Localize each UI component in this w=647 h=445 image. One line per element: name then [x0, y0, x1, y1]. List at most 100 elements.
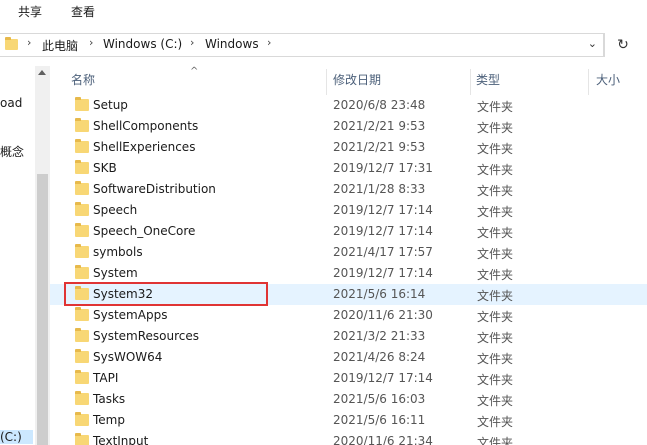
file-date: 2019/12/7 17:14	[333, 203, 433, 217]
table-row[interactable]: Tasks 2021/5/6 16:03 文件夹	[50, 389, 647, 410]
nav-item-concept[interactable]: 概念	[0, 143, 24, 160]
file-type: 文件夹	[477, 394, 514, 408]
file-type: 文件夹	[477, 331, 514, 345]
chevron-down-icon[interactable]: ⌄	[588, 37, 597, 50]
file-date: 2021/1/28 8:33	[333, 182, 426, 196]
file-type: 文件夹	[477, 205, 514, 219]
file-date: 2019/12/7 17:14	[333, 266, 433, 280]
file-type: 文件夹	[477, 163, 514, 177]
breadcrumb-windows[interactable]: Windows	[205, 37, 259, 51]
scrollbar-thumb[interactable]	[37, 174, 48, 445]
file-date: 2019/12/7 17:31	[333, 161, 433, 175]
file-name: SystemApps	[93, 308, 168, 322]
file-date: 2021/5/6 16:11	[333, 413, 426, 427]
chevron-right-icon[interactable]: ›	[27, 36, 31, 49]
chevron-right-icon[interactable]: ›	[190, 36, 194, 49]
table-row[interactable]: Temp 2021/5/6 16:11 文件夹	[50, 410, 647, 431]
ribbon-tab-view[interactable]: 查看	[71, 3, 95, 20]
file-type: 文件夹	[477, 121, 514, 135]
file-type: 文件夹	[477, 100, 514, 114]
file-name: SystemResources	[93, 329, 200, 343]
file-name: System32	[93, 287, 154, 301]
table-row[interactable]: SystemResources 2021/3/2 21:33 文件夹	[50, 326, 647, 347]
table-row[interactable]: TextInput 2020/11/6 21:34 文件夹	[50, 431, 647, 445]
ribbon-tab-share[interactable]: 共享	[18, 3, 42, 20]
file-type: 文件夹	[477, 373, 514, 387]
table-row[interactable]: System32 2021/5/6 16:14 文件夹	[50, 284, 647, 305]
table-row[interactable]: Setup 2020/6/8 23:48 文件夹	[50, 95, 647, 116]
breadcrumb-drive[interactable]: Windows (C:)	[103, 37, 182, 51]
chevron-right-icon[interactable]: ›	[89, 36, 93, 49]
nav-item-download[interactable]: oad	[0, 96, 22, 110]
table-row[interactable]: SysWOW64 2021/4/26 8:24 文件夹	[50, 347, 647, 368]
folder-icon	[75, 139, 89, 153]
table-row[interactable]: Speech_OneCore 2019/12/7 17:14 文件夹	[50, 221, 647, 242]
table-row[interactable]: symbols 2021/4/17 17:57 文件夹	[50, 242, 647, 263]
file-date: 2021/2/21 9:53	[333, 119, 426, 133]
file-name: Tasks	[93, 392, 126, 406]
folder-icon	[75, 181, 89, 195]
column-divider[interactable]	[588, 69, 589, 95]
file-date: 2021/2/21 9:53	[333, 140, 426, 154]
file-type: 文件夹	[477, 415, 514, 429]
column-header-name[interactable]: 名称	[71, 71, 95, 88]
file-date: 2021/5/6 16:14	[333, 287, 426, 301]
folder-icon	[75, 349, 89, 363]
address-row: › 此电脑 › Windows (C:) › Windows › ⌄	[0, 24, 647, 66]
file-name: symbols	[93, 245, 143, 259]
file-type: 文件夹	[477, 142, 514, 156]
table-row[interactable]: ShellExperiences 2021/2/21 9:53 文件夹	[50, 137, 647, 158]
refresh-icon[interactable]: ↻	[611, 33, 635, 57]
address-bar[interactable]: › 此电脑 › Windows (C:) › Windows › ⌄	[0, 33, 604, 57]
table-row[interactable]: SystemApps 2020/11/6 21:30 文件夹	[50, 305, 647, 326]
file-name: TextInput	[93, 434, 149, 445]
nav-scrollbar[interactable]	[35, 66, 50, 445]
file-name: SKB	[93, 161, 117, 175]
file-type: 文件夹	[477, 289, 514, 303]
table-row[interactable]: SoftwareDistribution 2021/1/28 8:33 文件夹	[50, 179, 647, 200]
file-type: 文件夹	[477, 184, 514, 198]
table-row[interactable]: SKB 2019/12/7 17:31 文件夹	[50, 158, 647, 179]
file-type: 文件夹	[477, 247, 514, 261]
folder-icon	[75, 433, 89, 445]
navigation-pane: oad 概念 (C:)	[0, 66, 35, 445]
folder-icon	[75, 307, 89, 321]
file-name: System	[93, 266, 138, 280]
file-date: 2019/12/7 17:14	[333, 224, 433, 238]
table-row[interactable]: TAPI 2019/12/7 17:14 文件夹	[50, 368, 647, 389]
table-row[interactable]: System 2019/12/7 17:14 文件夹	[50, 263, 647, 284]
column-divider[interactable]	[326, 69, 327, 95]
file-date: 2021/5/6 16:03	[333, 392, 426, 406]
folder-icon	[5, 37, 18, 50]
table-row[interactable]: Speech 2019/12/7 17:14 文件夹	[50, 200, 647, 221]
column-header-type[interactable]: 类型	[476, 71, 500, 88]
column-header-size[interactable]: 大小	[596, 71, 620, 88]
file-name: TAPI	[93, 371, 119, 385]
file-date: 2021/4/26 8:24	[333, 350, 426, 364]
file-name: Temp	[93, 413, 125, 427]
folder-icon	[75, 244, 89, 258]
column-divider[interactable]	[470, 69, 471, 95]
file-name: Speech_OneCore	[93, 224, 196, 238]
file-name: Speech	[93, 203, 138, 217]
file-type: 文件夹	[477, 310, 514, 324]
file-type: 文件夹	[477, 352, 514, 366]
folder-icon	[75, 202, 89, 216]
breadcrumb-this-pc[interactable]: 此电脑	[42, 37, 78, 54]
file-type: 文件夹	[477, 436, 514, 445]
file-date: 2021/4/17 17:57	[333, 245, 433, 259]
file-date: 2020/11/6 21:30	[333, 308, 433, 322]
table-row[interactable]: ShellComponents 2021/2/21 9:53 文件夹	[50, 116, 647, 137]
column-header-date[interactable]: 修改日期	[333, 71, 381, 88]
scroll-up-arrow-icon[interactable]	[38, 70, 46, 75]
nav-item-drive-c[interactable]: (C:)	[0, 430, 33, 444]
folder-icon	[75, 286, 89, 300]
folder-icon	[75, 223, 89, 237]
ribbon: 共享 查看	[0, 0, 647, 24]
folder-icon	[75, 391, 89, 405]
chevron-right-icon[interactable]: ›	[267, 36, 271, 49]
file-name: ShellExperiences	[93, 140, 196, 154]
file-type: 文件夹	[477, 226, 514, 240]
file-type: 文件夹	[477, 268, 514, 282]
file-name: Setup	[93, 98, 128, 112]
